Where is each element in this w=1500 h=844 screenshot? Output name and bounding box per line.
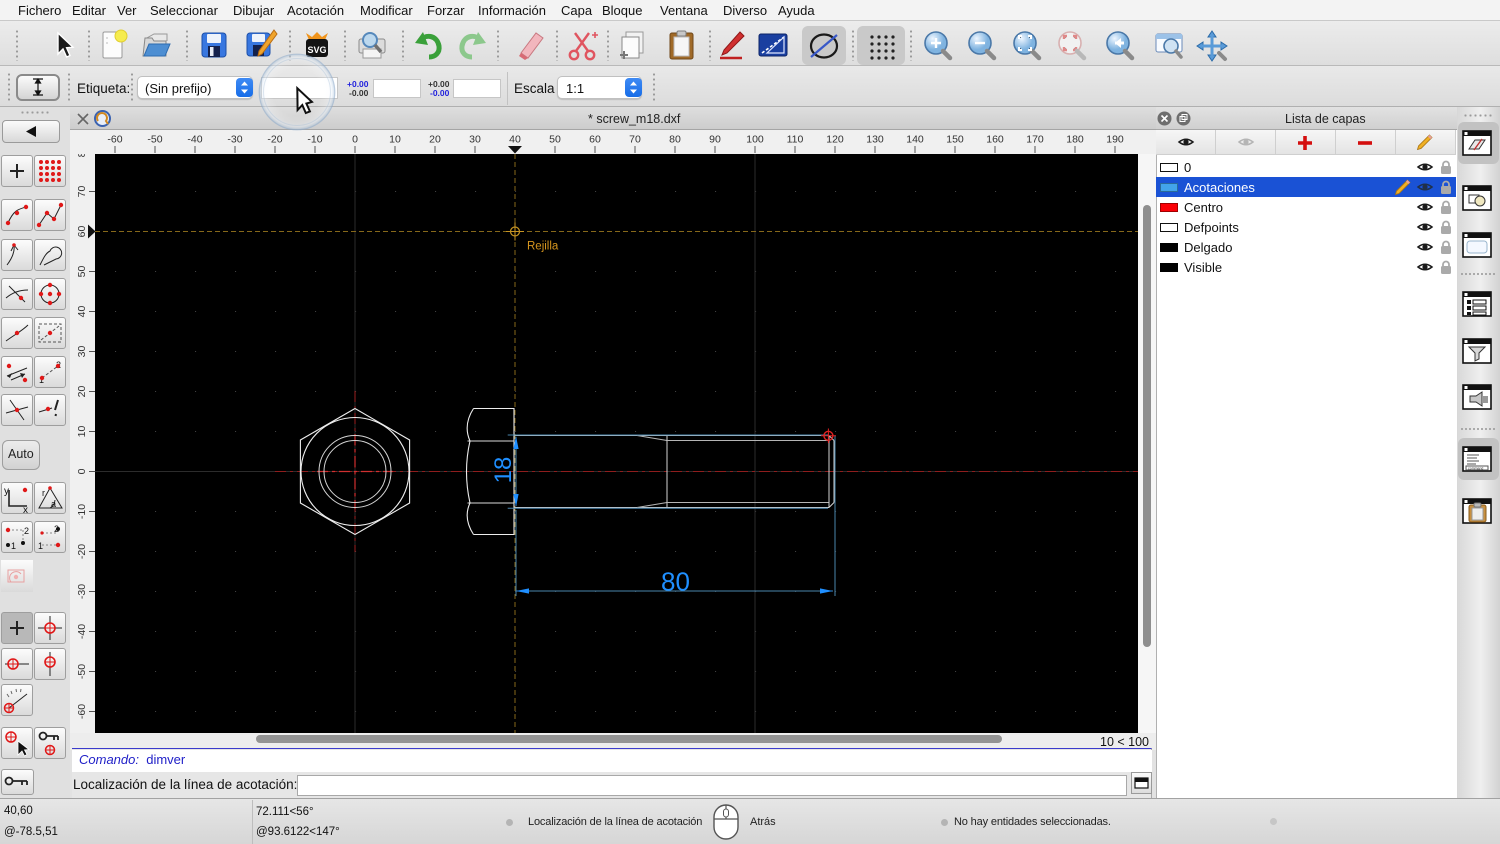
svg-text:command: command — [1468, 467, 1483, 471]
svg-text:50: 50 — [76, 266, 88, 278]
svg-text:140: 140 — [906, 134, 924, 146]
svg-text:y: y — [4, 486, 9, 497]
svg-text:r: r — [42, 488, 45, 498]
svg-text:a: a — [51, 499, 56, 509]
svg-text:100: 100 — [746, 134, 764, 146]
svg-text:-10: -10 — [76, 504, 88, 519]
svg-text:150: 150 — [946, 134, 964, 146]
svg-text:90: 90 — [709, 134, 721, 146]
svg-text:1: 1 — [38, 541, 43, 551]
svg-text:110: 110 — [787, 134, 804, 146]
svg-text:-50: -50 — [76, 664, 88, 679]
svg-text:-20: -20 — [76, 544, 88, 559]
svg-text:130: 130 — [866, 134, 884, 146]
svg-text:40: 40 — [76, 306, 88, 318]
svg-text:10: 10 — [389, 134, 401, 146]
svg-text:x: x — [23, 505, 28, 514]
svg-text:120: 120 — [826, 134, 844, 146]
svg-text:180: 180 — [1066, 134, 1084, 146]
svg-text:0: 0 — [352, 134, 358, 146]
svg-text:30: 30 — [76, 346, 88, 358]
svg-text:10: 10 — [76, 426, 88, 438]
svg-text:-40: -40 — [76, 624, 88, 639]
svg-text:160: 160 — [986, 134, 1004, 146]
svg-text:70: 70 — [629, 134, 641, 146]
svg-text:18: 18 — [490, 457, 517, 484]
svg-text:80: 80 — [669, 134, 681, 146]
svg-text:1: 1 — [11, 541, 16, 551]
svg-text:170: 170 — [1026, 134, 1044, 146]
svg-text:2: 2 — [24, 526, 29, 536]
svg-text:-40: -40 — [187, 134, 202, 146]
svg-text:80: 80 — [76, 154, 88, 157]
svg-text:70: 70 — [76, 186, 88, 198]
svg-text:60: 60 — [76, 226, 88, 238]
svg-text:-60: -60 — [76, 704, 88, 719]
svg-text:20: 20 — [76, 386, 88, 398]
svg-text:Rejilla: Rejilla — [527, 241, 559, 253]
svg-text:40: 40 — [509, 134, 521, 146]
svg-text:30: 30 — [469, 134, 481, 146]
svg-text:-50: -50 — [147, 134, 162, 146]
svg-text:0: 0 — [76, 468, 88, 474]
svg-text:60: 60 — [589, 134, 601, 146]
svg-text:190: 190 — [1106, 134, 1124, 146]
svg-text:80: 80 — [661, 567, 690, 597]
svg-text:20: 20 — [429, 134, 441, 146]
svg-text:-30: -30 — [227, 134, 242, 146]
svg-text:-60: -60 — [107, 134, 122, 146]
svg-text:-30: -30 — [76, 584, 88, 599]
svg-text:50: 50 — [549, 134, 561, 146]
